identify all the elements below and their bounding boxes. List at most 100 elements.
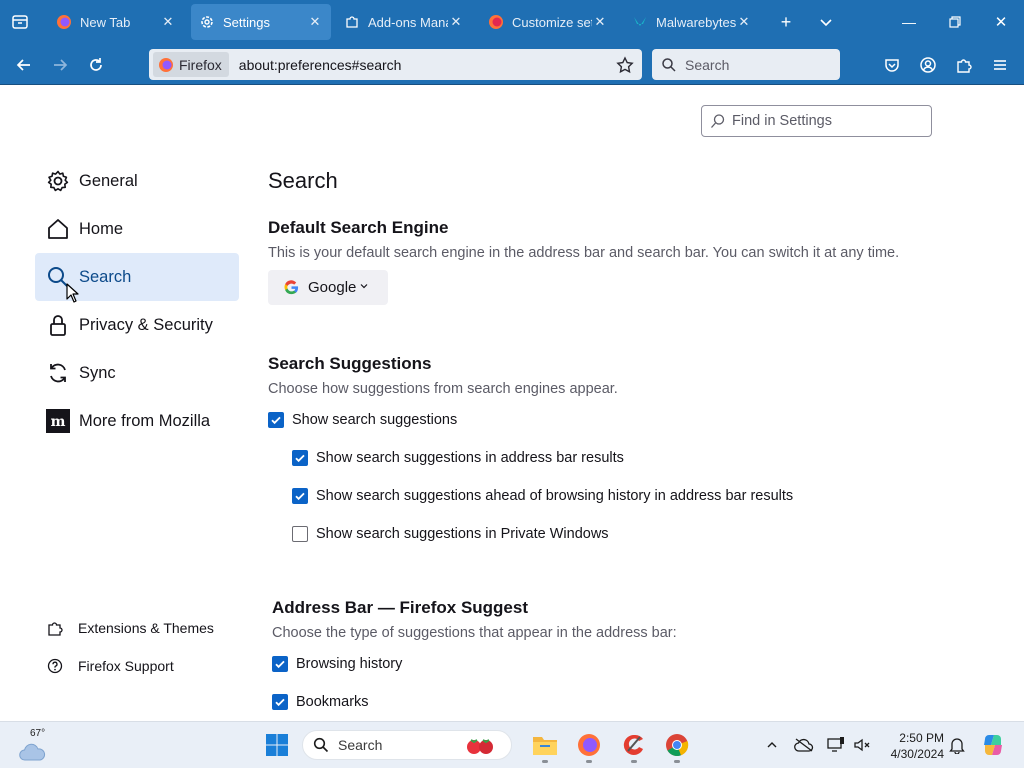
bookmarks-checkbox[interactable]: Bookmarks	[272, 694, 369, 710]
suggestions-heading: Search Suggestions	[268, 354, 432, 373]
tab-settings[interactable]: Settings ✕	[191, 4, 331, 40]
close-icon[interactable]: ✕	[592, 14, 608, 30]
list-all-tabs-button[interactable]	[812, 8, 840, 36]
checkbox-label: Bookmarks	[296, 694, 369, 710]
check-icon	[271, 416, 281, 425]
firefox-view-icon	[12, 15, 28, 29]
volume-button[interactable]	[852, 735, 872, 755]
tab-add-ons[interactable]: Add-ons Manager ✕	[336, 4, 472, 40]
tab-new-tab[interactable]: New Tab ✕	[48, 4, 184, 40]
system-clock[interactable]: 2:50 PM 4/30/2024	[880, 730, 944, 762]
suggestions-ahead-history-checkbox[interactable]: Show search suggestions ahead of browsin…	[292, 488, 793, 504]
running-indicator	[586, 760, 592, 763]
checkbox-label: Show search suggestions in address bar r…	[316, 450, 624, 466]
taskbar-search-placeholder: Search	[338, 737, 383, 753]
home-icon	[46, 217, 70, 241]
start-button[interactable]	[263, 731, 291, 759]
clock-date: 4/30/2024	[890, 747, 944, 761]
network-button[interactable]	[826, 735, 846, 755]
checkbox-checked[interactable]	[272, 656, 288, 672]
category-general[interactable]: General	[35, 157, 239, 205]
bookmark-star-button[interactable]	[612, 55, 638, 74]
url-input[interactable]: about:preferences#search	[239, 57, 612, 73]
gear-icon	[199, 14, 215, 30]
category-privacy-security[interactable]: Privacy & Security	[35, 301, 239, 349]
reload-icon	[90, 58, 102, 71]
check-icon	[295, 454, 305, 463]
url-bar[interactable]: Firefox about:preferences#search	[149, 49, 642, 80]
bell-icon	[949, 738, 965, 754]
default-engine-select[interactable]: Google	[268, 270, 388, 305]
back-button[interactable]	[11, 52, 37, 78]
firefox-support-link[interactable]: Firefox Support	[46, 654, 174, 678]
checkbox-checked[interactable]	[272, 694, 288, 710]
taskbar-search[interactable]: Search	[302, 730, 512, 760]
copilot-button[interactable]	[979, 731, 1007, 759]
running-indicator	[674, 760, 680, 763]
pocket-button[interactable]	[879, 52, 905, 78]
app-menu-button[interactable]	[987, 52, 1013, 78]
copilot-icon	[984, 735, 1002, 755]
strawberry-icon	[467, 739, 493, 754]
checkbox-label: Show search suggestions	[292, 412, 458, 428]
forward-button[interactable]	[47, 52, 73, 78]
chrome-button[interactable]	[663, 731, 691, 759]
puzzle-icon	[957, 59, 972, 73]
checkbox-label: Show search suggestions ahead of browsin…	[316, 488, 794, 504]
find-in-settings-input[interactable]: Find in Settings	[701, 105, 932, 137]
identity-box[interactable]: Firefox	[153, 52, 229, 77]
chevron-down-icon	[820, 19, 832, 27]
sync-icon	[46, 361, 70, 385]
running-indicator	[542, 760, 548, 763]
restore-button[interactable]	[941, 8, 969, 36]
close-window-button[interactable]: ✕	[987, 8, 1015, 36]
category-label: More from Mozilla	[79, 411, 211, 430]
category-sync[interactable]: Sync	[35, 349, 239, 397]
clock-time: 2:50 PM	[899, 731, 944, 745]
checkbox-checked[interactable]	[292, 488, 308, 504]
identity-label: Firefox	[179, 56, 222, 73]
close-icon[interactable]: ✕	[307, 14, 323, 30]
notifications-button[interactable]	[947, 735, 967, 755]
suggestions-address-bar-checkbox[interactable]: Show search suggestions in address bar r…	[292, 450, 624, 466]
chrome-icon	[666, 734, 689, 757]
category-label: Sync	[79, 363, 116, 382]
show-hidden-icons-button[interactable]	[762, 735, 782, 755]
weather-widget[interactable]: 67°	[18, 728, 52, 762]
footer-link-label: Extensions & Themes	[78, 620, 214, 636]
mouse-cursor-icon	[66, 283, 79, 303]
checkbox-checked[interactable]	[292, 450, 308, 466]
reload-button[interactable]	[83, 52, 109, 78]
close-icon[interactable]: ✕	[160, 14, 176, 30]
firefox-view-button[interactable]	[0, 0, 40, 44]
account-icon	[920, 57, 936, 73]
arrow-left-icon	[16, 59, 30, 71]
show-search-suggestions-checkbox[interactable]: Show search suggestions	[268, 412, 457, 428]
search-bar[interactable]: Search	[652, 49, 840, 80]
tab-customize[interactable]: Customize settings ✕	[480, 4, 616, 40]
category-more-from-mozilla[interactable]: m More from Mozilla	[35, 397, 239, 445]
extensions-themes-link[interactable]: Extensions & Themes	[46, 616, 214, 640]
firefox-taskbar-button[interactable]	[575, 731, 603, 759]
windows-icon	[266, 734, 288, 756]
checkbox-label: Show search suggestions in Private Windo…	[316, 526, 609, 542]
arrow-right-icon	[54, 59, 68, 71]
extensions-button[interactable]	[951, 52, 977, 78]
file-explorer-button[interactable]	[531, 731, 559, 759]
category-home[interactable]: Home	[35, 205, 239, 253]
tab-malwarebytes[interactable]: Malwarebytes Browser Guard ✕	[624, 4, 760, 40]
new-tab-button[interactable]: +	[772, 8, 800, 36]
lock-icon	[46, 313, 70, 337]
checkbox-unchecked[interactable]	[292, 526, 308, 542]
onedrive-button[interactable]	[794, 735, 814, 755]
browsing-history-checkbox[interactable]: Browsing history	[272, 656, 402, 672]
minimize-button[interactable]: —	[895, 8, 923, 36]
close-icon[interactable]: ✕	[448, 14, 464, 30]
check-icon	[295, 492, 305, 501]
suggestions-private-windows-checkbox[interactable]: Show search suggestions in Private Windo…	[292, 526, 609, 542]
checkbox-checked[interactable]	[268, 412, 284, 428]
close-icon[interactable]: ✕	[736, 14, 752, 30]
ccleaner-button[interactable]	[620, 731, 648, 759]
account-button[interactable]	[915, 52, 941, 78]
search-icon	[711, 114, 725, 128]
